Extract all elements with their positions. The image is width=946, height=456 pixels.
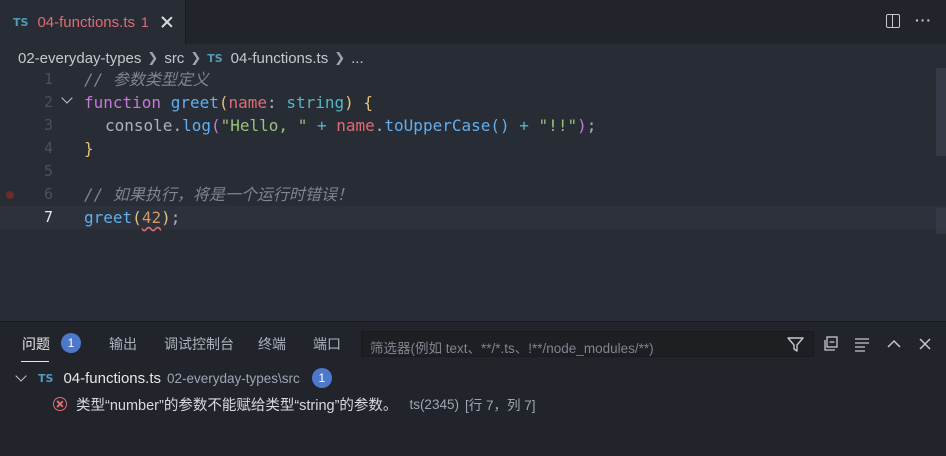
code-line: 4 } bbox=[0, 137, 946, 160]
chevron-right-icon: ❯ bbox=[147, 50, 159, 65]
breadcrumb: 02-everyday-types ❯ src ❯ TS 04-function… bbox=[18, 48, 364, 68]
problems-count-badge: 1 bbox=[61, 333, 81, 353]
code-line-current: 7 greet(42); bbox=[0, 206, 946, 229]
code-line: 6 // 如果执行，将是一个运行时错误！ bbox=[0, 183, 946, 206]
line-number: 6 bbox=[43, 185, 53, 203]
line-number: 3 bbox=[43, 116, 53, 134]
code-comment: // 如果执行，将是一个运行时错误！ bbox=[84, 185, 353, 204]
tab-title: 04-functions.ts bbox=[37, 13, 135, 31]
problem-item[interactable]: 类型“number”的参数不能赋给类型“string”的参数。 ts(2345)… bbox=[0, 392, 946, 416]
line-number-active: 7 bbox=[43, 208, 53, 226]
breakpoint-hint-icon[interactable] bbox=[6, 191, 14, 199]
tab-problems[interactable]: 问题 bbox=[22, 334, 50, 354]
scrollbar-marker bbox=[936, 208, 946, 234]
problem-file-path: 02-everyday-types\src bbox=[167, 370, 300, 386]
breadcrumb-symbol[interactable]: ... bbox=[351, 50, 364, 67]
active-tab-indicator bbox=[21, 361, 49, 362]
code-text: greet(42); bbox=[84, 208, 181, 227]
close-icon[interactable] bbox=[161, 16, 173, 28]
code-line: 3 console.log("Hello, " + name.toUpperCa… bbox=[0, 114, 946, 137]
split-editor-icon[interactable] bbox=[886, 14, 900, 28]
filter-icon[interactable] bbox=[787, 337, 804, 352]
line-number: 4 bbox=[43, 139, 53, 157]
wrap-lines-icon[interactable] bbox=[854, 336, 870, 352]
problems-filter-input[interactable]: 筛选器(例如 text、**/*.ts、!**/node_modules/**) bbox=[361, 331, 814, 357]
error-position: [行 7，列 7] bbox=[464, 398, 536, 413]
code-line: 5 bbox=[0, 160, 946, 183]
chevron-down-icon[interactable] bbox=[15, 370, 27, 382]
code-editor[interactable]: 1 // 参数类型定义 2 function greet(name: strin… bbox=[0, 68, 946, 320]
tab-terminal[interactable]: 终端 bbox=[258, 334, 286, 354]
chevron-right-icon: ❯ bbox=[334, 50, 346, 65]
error-code: ts(2345) bbox=[409, 396, 459, 412]
collapse-all-icon[interactable] bbox=[823, 336, 839, 352]
more-actions-icon[interactable]: ··· bbox=[915, 12, 932, 28]
tab-problem-count: 1 bbox=[141, 14, 149, 30]
error-message: 类型“number”的参数不能赋给类型“string”的参数。 bbox=[76, 397, 398, 414]
file-problem-count-badge: 1 bbox=[311, 368, 332, 388]
editor-tab-04-functions[interactable]: TS 04-functions.ts 1 bbox=[0, 0, 186, 44]
error-icon bbox=[53, 397, 67, 411]
typescript-file-icon: TS bbox=[13, 15, 29, 29]
breadcrumb-file[interactable]: 04-functions.ts bbox=[231, 50, 329, 67]
panel-tabs: 问题 1 输出 调试控制台 终端 端口 筛选器(例如 text、**/*.ts、… bbox=[0, 322, 946, 366]
error-squiggle: 42 bbox=[141, 208, 162, 227]
close-panel-icon[interactable] bbox=[917, 336, 933, 352]
line-number: 5 bbox=[43, 162, 53, 180]
maximize-panel-icon[interactable] bbox=[886, 336, 902, 352]
chevron-right-icon: ❯ bbox=[190, 50, 202, 65]
typescript-file-icon: TS bbox=[207, 51, 223, 65]
code-line: 1 // 参数类型定义 bbox=[0, 68, 946, 91]
fold-chevron-icon[interactable] bbox=[61, 92, 73, 104]
breadcrumb-src[interactable]: src bbox=[164, 50, 184, 67]
code-text: console.log("Hello, " + name.toUpperCase… bbox=[105, 116, 597, 135]
editor-scrollbar[interactable] bbox=[936, 68, 946, 156]
tab-debug-console[interactable]: 调试控制台 bbox=[164, 334, 234, 354]
tab-bar: TS 04-functions.ts 1 ··· bbox=[0, 0, 946, 44]
code-comment: // 参数类型定义 bbox=[84, 70, 209, 89]
problem-file-name: 04-functions.ts bbox=[63, 369, 161, 387]
filter-placeholder: 筛选器(例如 text、**/*.ts、!**/node_modules/**) bbox=[370, 341, 654, 356]
breadcrumb-folder[interactable]: 02-everyday-types bbox=[18, 50, 141, 67]
code-text: } bbox=[84, 139, 94, 158]
line-number: 1 bbox=[43, 70, 53, 88]
tab-output[interactable]: 输出 bbox=[109, 334, 137, 354]
line-number: 2 bbox=[43, 93, 53, 111]
code-text: function greet(name: string) { bbox=[84, 93, 374, 112]
code-line: 2 function greet(name: string) { bbox=[0, 91, 946, 114]
typescript-file-icon: TS bbox=[38, 371, 54, 385]
problem-file-row[interactable]: TS 04-functions.ts 02-everyday-types\src… bbox=[0, 366, 946, 390]
tab-ports[interactable]: 端口 bbox=[313, 334, 341, 354]
problems-panel: 问题 1 输出 调试控制台 终端 端口 筛选器(例如 text、**/*.ts、… bbox=[0, 321, 946, 456]
